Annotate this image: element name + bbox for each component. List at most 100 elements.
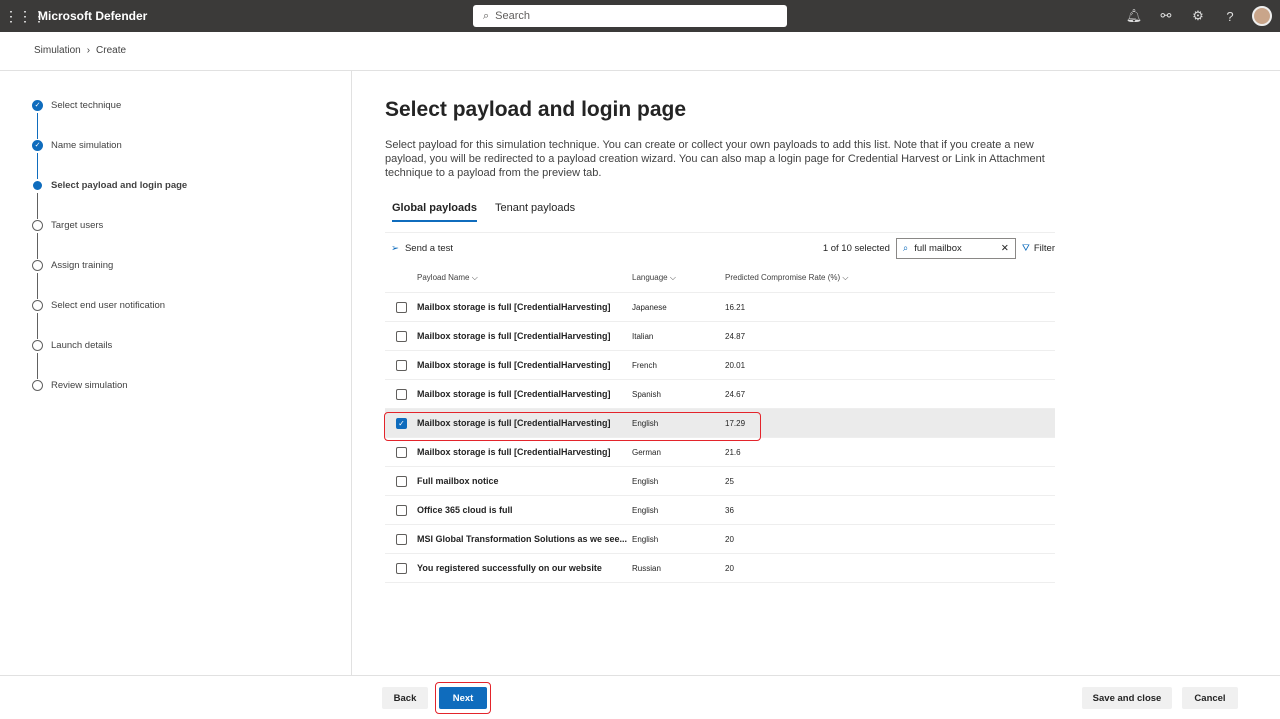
payload-language: Japanese <box>632 302 667 312</box>
payload-name[interactable]: Mailbox storage is full [CredentialHarve… <box>417 447 632 457</box>
page-description: Select payload for this simulation techn… <box>385 139 1045 179</box>
row-checkbox[interactable] <box>396 301 407 313</box>
wizard-step[interactable]: Target users <box>32 220 103 231</box>
table-row[interactable]: Mailbox storage is full [CredentialHarve… <box>385 438 1055 467</box>
step-label: Select payload and login page <box>51 180 188 191</box>
payload-rate: 36 <box>725 505 734 515</box>
cancel-button[interactable]: Cancel <box>1182 687 1238 709</box>
row-checkbox[interactable] <box>396 533 407 545</box>
row-checkbox[interactable] <box>396 562 407 574</box>
step-label: Select end user notification <box>51 300 166 311</box>
row-checkbox[interactable] <box>396 475 407 487</box>
payload-name[interactable]: Mailbox storage is full [CredentialHarve… <box>417 360 632 370</box>
main-panel: Select payload and login page Select pay… <box>385 98 1055 583</box>
row-checkbox[interactable] <box>396 330 407 342</box>
filter-value: full mailbox <box>914 242 962 254</box>
payload-rate: 24.87 <box>725 331 746 341</box>
payload-name[interactable]: Mailbox storage is full [CredentialHarve… <box>417 302 632 312</box>
table-row[interactable]: Mailbox storage is full [CredentialHarve… <box>385 322 1055 351</box>
wizard-step[interactable]: Review simulation <box>32 380 128 391</box>
table-row[interactable]: Mailbox storage is full [CredentialHarve… <box>385 351 1055 380</box>
filter-button[interactable]: Filter <box>1034 243 1055 254</box>
step-circle-icon <box>32 380 43 391</box>
step-connector <box>37 353 38 379</box>
payload-language: Italian <box>632 331 654 341</box>
selected-count: 1 of 10 selected <box>822 242 890 254</box>
step-connector <box>37 193 38 219</box>
table-header: Payload Name ⌵ Language ⌵ Predicted Comp… <box>385 263 1055 293</box>
breadcrumb-simulation[interactable]: Simulation <box>34 45 81 56</box>
row-checkbox[interactable] <box>396 388 407 400</box>
table-row[interactable]: Office 365 cloud is full English 36 <box>385 496 1055 525</box>
app-title: Microsoft Defender <box>38 9 148 23</box>
row-checkbox[interactable] <box>396 359 407 371</box>
payload-name[interactable]: Mailbox storage is full [CredentialHarve… <box>417 389 632 399</box>
save-and-close-button[interactable]: Save and close <box>1082 687 1172 709</box>
payload-name[interactable]: Office 365 cloud is full <box>417 505 632 515</box>
wizard-step[interactable]: ✓ Name simulation <box>32 140 122 151</box>
footer: Back Next Save and close Cancel <box>0 675 1280 719</box>
table-row[interactable]: You registered successfully on our websi… <box>385 554 1055 583</box>
step-label: Select technique <box>51 100 122 111</box>
table-row[interactable]: MSI Global Transformation Solutions as w… <box>385 525 1055 554</box>
send-icon: ➢ <box>391 242 399 254</box>
column-payload-name[interactable]: Payload Name ⌵ <box>417 273 632 283</box>
search-input[interactable]: ⌕ Search <box>473 5 787 27</box>
step-label: Launch details <box>51 340 113 351</box>
payload-name[interactable]: You registered successfully on our websi… <box>417 563 632 573</box>
avatar[interactable] <box>1252 6 1272 26</box>
highlight-next <box>435 682 491 714</box>
wizard-step[interactable]: Select payload and login page <box>32 180 187 191</box>
link-icon[interactable]: ⚯ <box>1150 8 1182 24</box>
payload-language: Spanish <box>632 389 661 399</box>
wizard-step[interactable]: Assign training <box>32 260 113 271</box>
gear-icon[interactable]: ⚙ <box>1182 8 1214 24</box>
payload-name[interactable]: Full mailbox notice <box>417 476 632 486</box>
payload-rate: 20 <box>725 563 734 573</box>
payload-rate: 21.6 <box>725 447 741 457</box>
step-connector <box>37 313 38 339</box>
step-connector <box>37 273 38 299</box>
payload-rate: 20.01 <box>725 360 746 370</box>
row-checkbox[interactable] <box>396 504 407 516</box>
clear-icon[interactable]: ✕ <box>1001 243 1009 254</box>
page-title: Select payload and login page <box>385 98 687 121</box>
help-icon[interactable]: ? <box>1214 9 1246 24</box>
search-icon: ⌕ <box>483 9 490 22</box>
wizard-step[interactable]: Launch details <box>32 340 112 351</box>
payload-name[interactable]: Mailbox storage is full [CredentialHarve… <box>417 331 632 341</box>
tab-tenant-payloads[interactable]: Tenant payloads <box>495 202 575 222</box>
bell-icon[interactable]: 🔔︎ <box>1118 8 1150 24</box>
step-connector <box>37 113 38 139</box>
payload-language: Russian <box>632 563 661 573</box>
payload-language: English <box>632 505 659 515</box>
wizard-step[interactable]: Select end user notification <box>32 300 165 311</box>
wizard-step[interactable]: ✓ Select technique <box>32 100 121 111</box>
breadcrumb-create: Create <box>96 45 127 56</box>
wizard-steps: ✓ Select technique ✓ Name simulation Select … <box>0 71 352 675</box>
step-circle-icon <box>32 260 43 271</box>
step-label: Review simulation <box>51 380 128 391</box>
payload-name[interactable]: MSI Global Transformation Solutions as w… <box>417 534 632 544</box>
tab-global-payloads[interactable]: Global payloads <box>392 202 477 222</box>
table-row[interactable]: Mailbox storage is full [CredentialHarve… <box>385 380 1055 409</box>
check-circle-icon: ✓ <box>32 140 43 151</box>
send-test-button[interactable]: Send a test <box>405 243 453 254</box>
payload-rate: 20 <box>725 534 734 544</box>
filter-search-input[interactable]: ⌕ full mailbox ✕ <box>895 237 1016 259</box>
top-bar: ⋮⋮⋮ Microsoft Defender ⌕ Search 🔔︎ ⚯ ⚙ ? <box>0 0 1280 32</box>
highlight-selected-row <box>384 412 761 441</box>
step-label: Target users <box>51 220 104 231</box>
back-button[interactable]: Back <box>382 687 428 709</box>
step-connector <box>37 233 38 259</box>
app-launcher-icon[interactable]: ⋮⋮⋮ <box>4 8 46 25</box>
table-row[interactable]: Full mailbox notice English 25 <box>385 467 1055 496</box>
column-compromise-rate[interactable]: Predicted Compromise Rate (%) ⌵ <box>725 273 925 283</box>
table-row[interactable]: Mailbox storage is full [CredentialHarve… <box>385 293 1055 322</box>
step-label: Name simulation <box>51 140 122 151</box>
step-circle-icon <box>32 300 43 311</box>
column-language[interactable]: Language ⌵ <box>632 273 725 283</box>
row-checkbox[interactable] <box>396 446 407 458</box>
payload-language: French <box>632 360 657 370</box>
step-circle-icon <box>32 220 43 231</box>
